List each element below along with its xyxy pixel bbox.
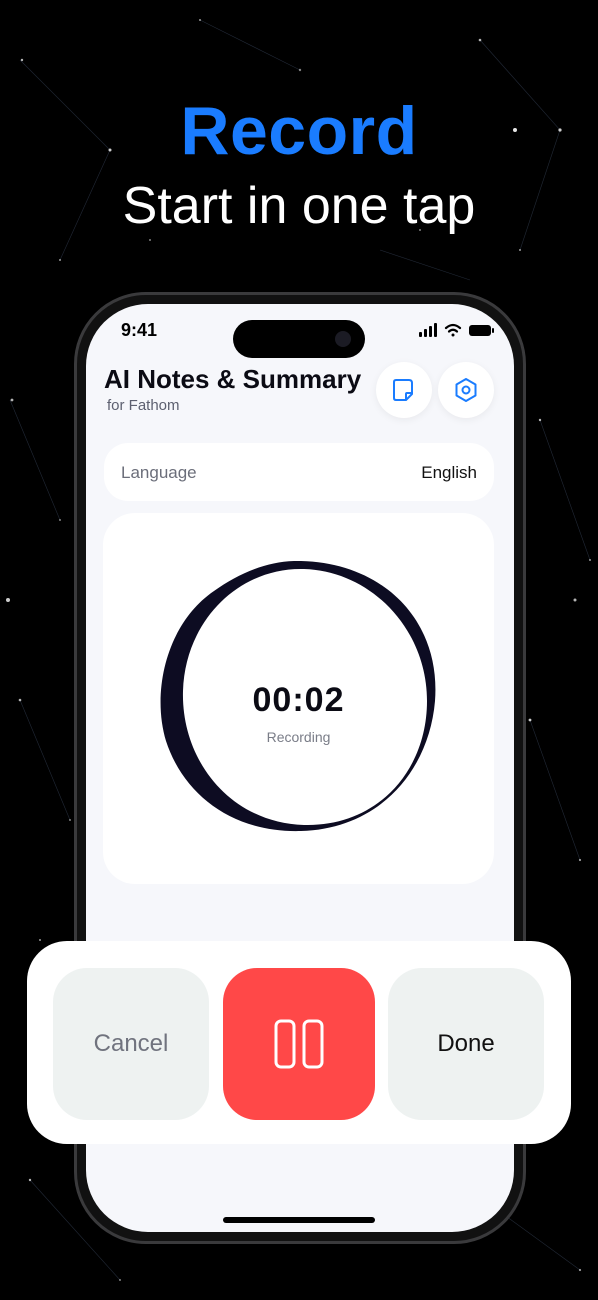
pause-button[interactable] <box>223 968 375 1120</box>
pause-icon <box>274 1019 324 1069</box>
status-time: 9:41 <box>121 320 158 340</box>
done-label: Done <box>437 1030 495 1057</box>
settings-icon <box>455 378 477 402</box>
app-subtitle: for Fathom <box>107 397 180 414</box>
home-indicator <box>223 1217 375 1223</box>
settings-button[interactable] <box>438 362 494 418</box>
notes-icon <box>393 379 413 401</box>
status-icons <box>419 323 494 337</box>
camera-icon <box>335 331 351 347</box>
cancel-button[interactable]: Cancel <box>53 968 209 1120</box>
dynamic-island <box>233 320 365 358</box>
language-selector[interactable]: Language English <box>104 443 494 501</box>
done-button[interactable]: Done <box>388 968 544 1120</box>
cancel-label: Cancel <box>93 1030 169 1057</box>
language-label: Language <box>121 463 197 482</box>
language-value: English <box>421 463 477 482</box>
recording-status: Recording <box>266 729 331 745</box>
battery-icon <box>469 325 494 336</box>
promo-headline: Record <box>180 93 418 169</box>
wifi-icon <box>444 323 462 337</box>
app-title: AI Notes & Summary <box>104 364 362 394</box>
recording-card: 00:02 Recording <box>103 513 494 884</box>
notes-button[interactable] <box>376 362 432 418</box>
recording-timer: 00:02 <box>252 681 345 719</box>
signal-icon <box>419 323 437 337</box>
promo-subheadline: Start in one tap <box>122 177 476 235</box>
recording-controls: Cancel Done <box>27 941 571 1144</box>
